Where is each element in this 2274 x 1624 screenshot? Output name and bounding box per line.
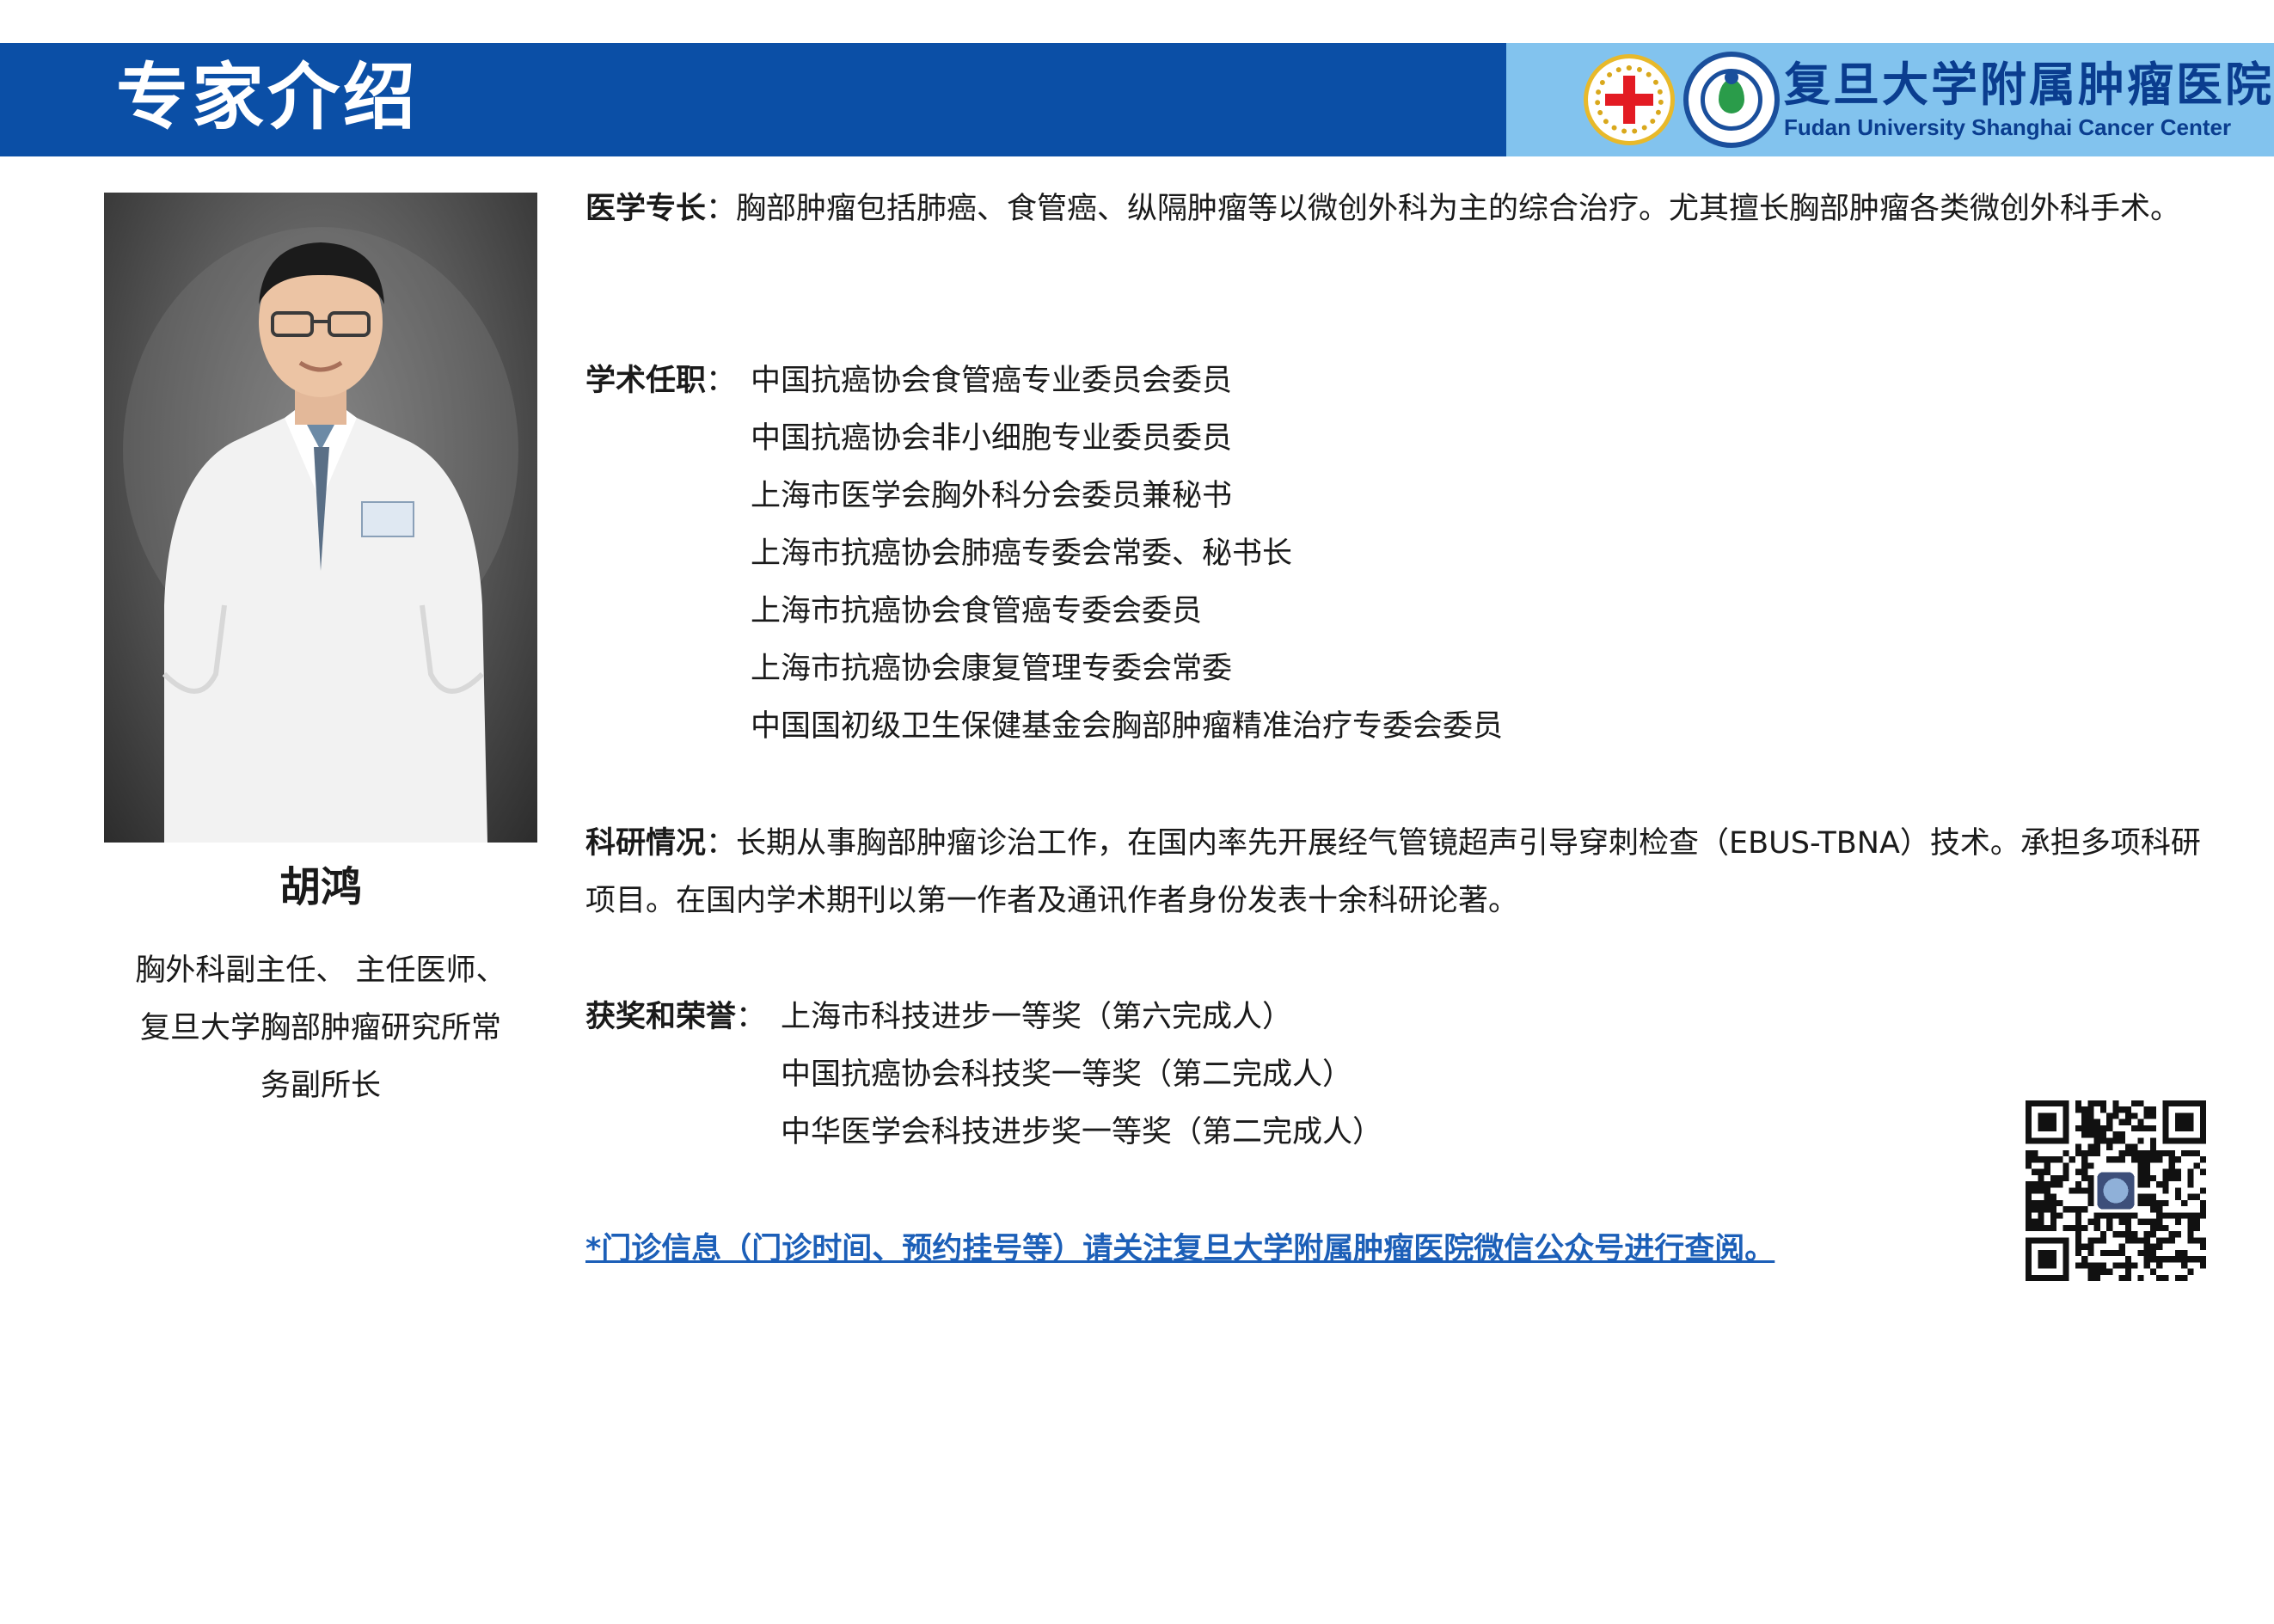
list-item: 中国抗癌协会食管癌专业委员会委员 [751, 364, 1233, 398]
research-text: 长期从事胸部肿瘤诊治工作，在国内率先开展经气管镜超声引导穿刺检查（EBUS-TB… [585, 826, 2201, 918]
specialty-label: 医学专长 [585, 192, 707, 226]
list-item: 中国抗癌协会科技奖一等奖（第二完成人） [781, 1057, 1353, 1092]
clinic-notice-link[interactable]: *门诊信息（门诊时间、预约挂号等）请关注复旦大学附属肿瘤医院微信公众号进行查阅。 [585, 1223, 1774, 1276]
doctor-title-line: 胸外科副主任、 主任医师、 [135, 953, 506, 988]
qr-code-icon [2026, 1100, 2206, 1281]
awards-list: 上海市科技进步一等奖（第六完成人） 中国抗癌协会科技奖一等奖（第二完成人） 中华… [781, 989, 1382, 1161]
list-item: 中国国初级卫生保健基金会胸部肿瘤精准治疗专委会委员 [751, 709, 1504, 744]
positions-label: 学术任职 [585, 364, 707, 398]
specialty-text: 胸部肿瘤包括肺癌、食管癌、纵隔肿瘤等以微创外科为主的综合治疗。尤其擅长胸部肿瘤各… [736, 192, 2181, 226]
list-item: 上海市医学会胸外科分会委员兼秘书 [751, 479, 1233, 513]
doctor-photo [104, 193, 537, 843]
doctor-title: 胸外科副主任、 主任医师、 复旦大学胸部肿瘤研究所常 务副所长 [104, 942, 537, 1115]
awards-label: 获奖和荣誉 [585, 1000, 737, 1034]
list-item: 中华医学会科技进步奖一等奖（第二完成人） [781, 1115, 1383, 1149]
list-item: 上海市抗癌协会食管癌专委会委员 [751, 594, 1203, 628]
positions-section: 学术任职： 中国抗癌协会食管癌专业委员会委员 中国抗癌协会非小细胞专业委员委员 … [585, 352, 2219, 756]
doctor-title-line: 务副所长 [260, 1069, 381, 1103]
list-item: 中国抗癌协会非小细胞专业委员委员 [751, 421, 1233, 456]
hospital-name-en: Fudan University Shanghai Cancer Center [1784, 114, 2232, 140]
list-item: 上海市抗癌协会肺癌专委会常委、秘书长 [751, 536, 1293, 571]
red-cross-emblem-icon [1584, 54, 1675, 145]
page-title: 专家介绍 [116, 55, 420, 139]
list-item: 上海市抗癌协会康复管理专委会常委 [751, 652, 1233, 686]
hospital-emblem-icon [1683, 52, 1780, 148]
doctor-name: 胡鸿 [279, 863, 362, 911]
list-item: 上海市科技进步一等奖（第六完成人） [781, 1000, 1293, 1034]
positions-list: 中国抗癌协会食管癌专业委员会委员 中国抗癌协会非小细胞专业委员委员 上海市医学会… [751, 352, 1503, 756]
awards-section: 获奖和荣誉： 上海市科技进步一等奖（第六完成人） 中国抗癌协会科技奖一等奖（第二… [585, 989, 2219, 1161]
research-section: 科研情况：长期从事胸部肿瘤诊治工作，在国内率先开展经气管镜超声引导穿刺检查（EB… [585, 826, 2201, 918]
doctor-title-line: 复旦大学胸部肿瘤研究所常 [139, 1011, 501, 1045]
specialty-section: 医学专长：胸部肿瘤包括肺癌、食管癌、纵隔肿瘤等以微创外科为主的综合治疗。尤其擅长… [585, 192, 2181, 226]
hospital-name-cn: 复旦大学附属肿瘤医院 [1784, 57, 2274, 112]
research-label: 科研情况 [585, 826, 707, 861]
